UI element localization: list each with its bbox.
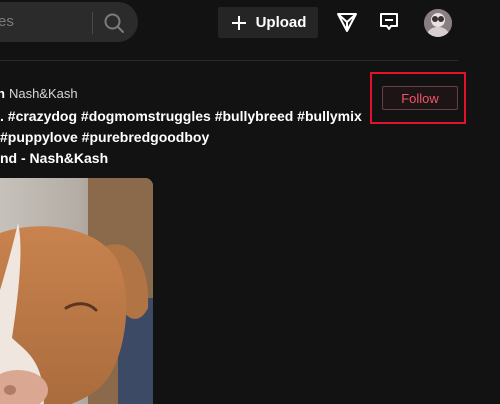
- plus-icon: [231, 15, 246, 30]
- search-button[interactable]: [102, 11, 126, 35]
- author-username[interactable]: h: [0, 86, 5, 101]
- top-header: es Upload: [0, 0, 500, 46]
- post-caption: . #crazydog #dogmomstruggles #bullybreed…: [0, 106, 362, 148]
- author-nickname[interactable]: Nash&Kash: [9, 86, 78, 101]
- messages-button[interactable]: [336, 11, 358, 33]
- music-link[interactable]: nd - Nash&Kash: [0, 150, 108, 166]
- page: es Upload h Nash&Kash . #crazydog #dogmo…: [0, 0, 500, 404]
- upload-label: Upload: [255, 14, 307, 31]
- header-divider: [0, 60, 458, 61]
- video-player[interactable]: [0, 178, 153, 404]
- caption-line: . #crazydog #dogmomstruggles #bullybreed…: [0, 108, 362, 124]
- send-icon: [337, 13, 357, 32]
- upload-button[interactable]: Upload: [218, 7, 318, 38]
- caption-line: #puppylove #purebredgoodboy: [0, 129, 210, 145]
- search-input[interactable]: es: [0, 13, 14, 30]
- follow-button[interactable]: Follow: [382, 86, 458, 110]
- video-thumbnail: [0, 178, 153, 404]
- inbox-button[interactable]: [378, 11, 400, 33]
- avatar[interactable]: [424, 9, 452, 37]
- search-icon: [104, 13, 124, 33]
- search-divider: [92, 12, 93, 34]
- search-box[interactable]: es: [0, 2, 138, 42]
- author-row[interactable]: h Nash&Kash: [0, 86, 78, 104]
- inbox-icon: [380, 13, 398, 30]
